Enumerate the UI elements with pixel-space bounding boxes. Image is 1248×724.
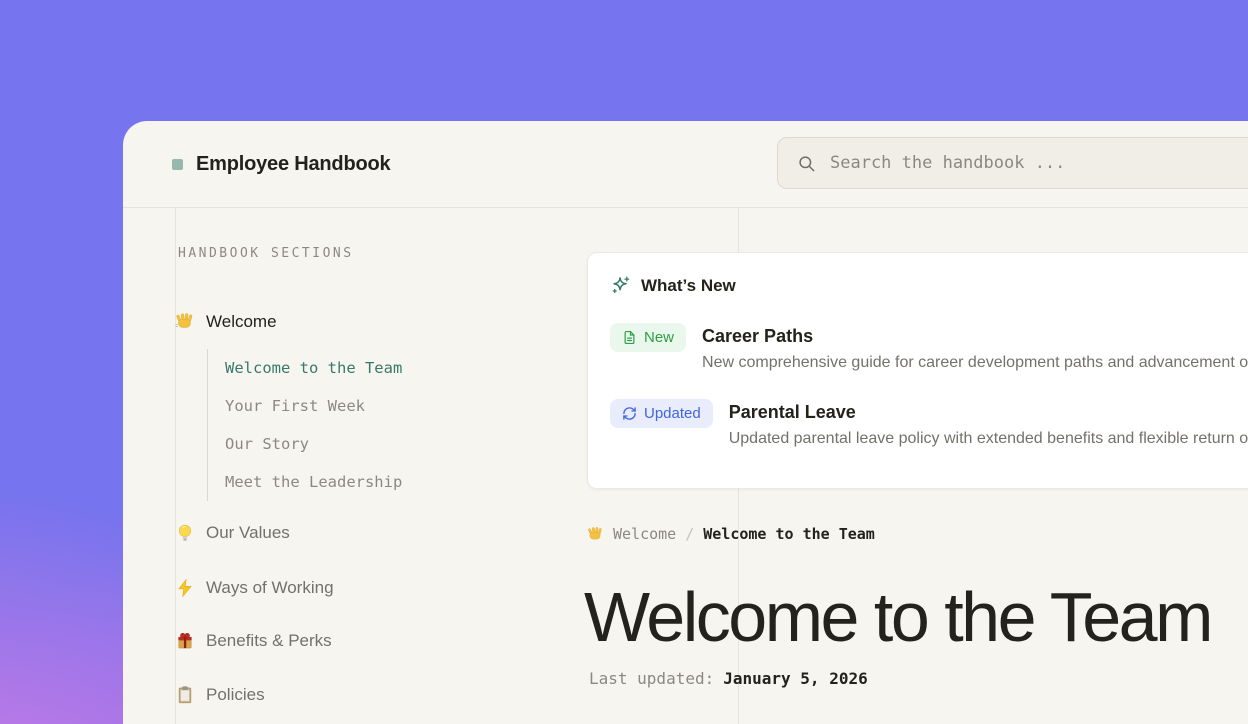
search-icon	[797, 154, 816, 173]
refresh-icon	[622, 406, 637, 421]
sidebar-item-benefits-perks[interactable]: Benefits & Perks	[175, 628, 332, 654]
bulb-emoji-icon	[175, 523, 195, 543]
breadcrumb-current-page: Welcome to the Team	[703, 525, 875, 543]
whats-new-item-career-paths[interactable]: New Career Paths New comprehensive guide…	[610, 323, 1247, 372]
sidebar-item-welcome[interactable]: Welcome	[175, 309, 277, 335]
last-updated-label: Last updated:	[589, 669, 714, 688]
updated-badge: Updated	[610, 399, 713, 428]
new-badge: New	[610, 323, 686, 352]
zap-emoji-icon	[175, 578, 195, 598]
page-title: Welcome to the Team	[584, 582, 1211, 652]
breadcrumb: Welcome / Welcome to the Team	[587, 525, 875, 543]
top-header: Employee Handbook	[123, 121, 1248, 208]
badge-label: New	[644, 329, 674, 346]
breadcrumb-section[interactable]: Welcome	[613, 525, 676, 543]
sidebar-subitem-meet-the-leadership[interactable]: Meet the Leadership	[208, 463, 402, 501]
wave-emoji-icon	[175, 312, 195, 332]
sidebar-subitem-our-story[interactable]: Our Story	[208, 425, 402, 463]
badge-label: Updated	[644, 405, 701, 422]
app-title: Employee Handbook	[196, 153, 390, 176]
sidebar-item-label: Ways of Working	[206, 578, 334, 598]
whats-new-card: What’s New New Career Paths New comprehe…	[587, 252, 1248, 489]
sidebar-item-label: Welcome	[206, 312, 277, 332]
gift-emoji-icon	[175, 631, 195, 651]
brand: Employee Handbook	[172, 121, 390, 208]
sidebar-item-our-values[interactable]: Our Values	[175, 520, 290, 546]
whats-new-title: What’s New	[641, 276, 736, 296]
whats-new-header: What’s New	[610, 275, 1247, 296]
sidebar-item-label: Policies	[206, 685, 265, 705]
sidebar-sublist-welcome: Welcome to the Team Your First Week Our …	[207, 349, 402, 501]
file-text-icon	[622, 330, 637, 345]
sidebar-item-label: Our Values	[206, 523, 290, 543]
whats-new-item-title: Career Paths	[702, 326, 1248, 347]
whats-new-item-title: Parental Leave	[729, 402, 1248, 423]
search-input[interactable]	[830, 153, 1248, 173]
whats-new-item-description: New comprehensive guide for career devel…	[702, 354, 1248, 372]
sidebar-item-label: Benefits & Perks	[206, 631, 332, 651]
sidebar-subitem-your-first-week[interactable]: Your First Week	[208, 387, 402, 425]
clipboard-emoji-icon	[175, 685, 195, 705]
handbook-window: Employee Handbook HANDBOOK SECTIONS Welc…	[123, 121, 1248, 724]
sidebar-item-policies[interactable]: Policies	[175, 682, 265, 708]
page-background: Employee Handbook HANDBOOK SECTIONS Welc…	[0, 0, 1248, 724]
whats-new-item-description: Updated parental leave policy with exten…	[729, 430, 1248, 448]
search-box[interactable]	[777, 137, 1248, 189]
last-updated-value: January 5, 2026	[723, 669, 868, 688]
sparkles-icon	[610, 275, 631, 296]
sidebar-subitem-welcome-to-the-team[interactable]: Welcome to the Team	[208, 349, 402, 387]
whats-new-item-parental-leave[interactable]: Updated Parental Leave Updated parental …	[610, 399, 1247, 448]
last-updated: Last updated: January 5, 2026	[589, 669, 868, 688]
sidebar-item-ways-of-working[interactable]: Ways of Working	[175, 575, 334, 601]
sidebar-section-label: HANDBOOK SECTIONS	[178, 246, 354, 261]
app-logo	[172, 159, 183, 170]
wave-emoji-icon	[587, 526, 604, 543]
breadcrumb-separator: /	[685, 525, 694, 543]
